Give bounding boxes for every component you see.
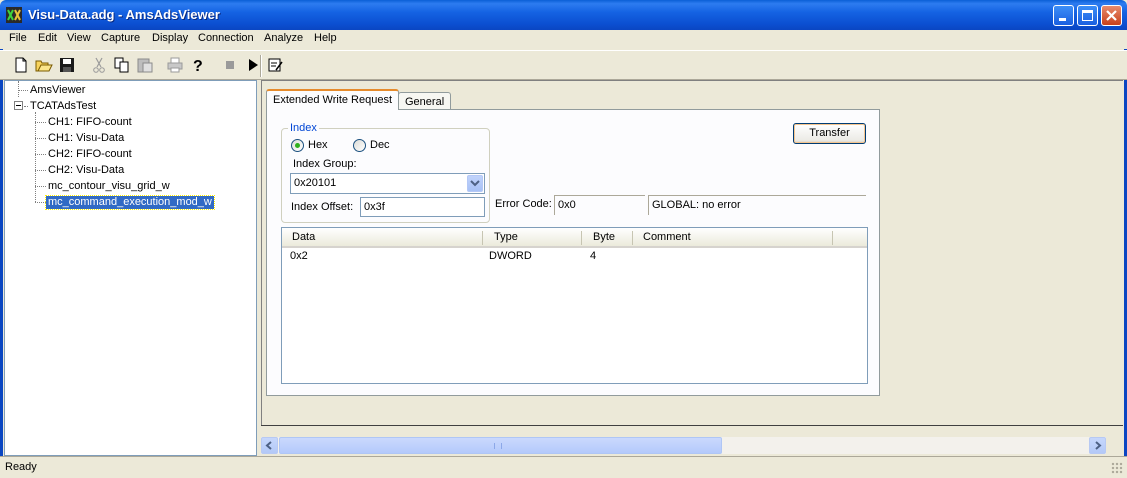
close-button[interactable] [1101,5,1122,26]
tree-view[interactable]: AmsViewer TCATAdsTest CH1: FIFO-count CH… [4,80,257,456]
tree-connector [35,170,46,171]
menu-view[interactable]: View [67,32,91,44]
dec-radio[interactable] [353,139,366,152]
column-divider[interactable] [581,231,582,245]
menu-connection[interactable]: Connection [198,32,254,44]
scroll-right-button[interactable] [1089,437,1106,454]
tree-item-group[interactable]: TCATAdsTest [28,100,98,113]
menu-bar: File Edit View Capture Display Connectio… [0,30,1127,49]
tree-connector [35,138,46,139]
tree-item-mc-command-execution-mod-w[interactable]: mc_command_execution_mod_w [45,195,215,210]
column-header-data[interactable]: Data [292,231,315,243]
menu-edit[interactable]: Edit [38,32,57,44]
tree-item-mc-contour-visu-grid-w[interactable]: mc_contour_visu_grid_w [46,180,172,193]
menu-display[interactable]: Display [152,32,188,44]
data-list[interactable]: Data Type Byte Comment 0x2 DWORD 4 [281,227,868,384]
cell-byte: 4 [590,250,597,262]
chevron-right-icon [1095,441,1102,450]
open-icon[interactable] [35,56,53,74]
copy-icon[interactable] [113,56,131,74]
toolbar: ? [0,50,1127,80]
close-icon [1106,10,1117,21]
tree-item-root[interactable]: AmsViewer [28,84,87,97]
error-code-label: Error Code: [495,198,552,210]
cut-icon[interactable] [90,56,108,74]
minimize-icon [1059,18,1066,21]
dec-label[interactable]: Dec [370,139,390,151]
tree-connector [18,81,19,97]
tree-item-ch1-fifo-count[interactable]: CH1: FIFO-count [46,116,134,129]
index-offset-field[interactable]: 0x3f [360,197,485,217]
toolbar-separator [260,55,262,77]
dropdown-button[interactable] [467,175,483,192]
minimize-button[interactable] [1053,5,1074,26]
tab-extended-write-request[interactable]: Extended Write Request [266,89,400,110]
chevron-left-icon [265,441,272,450]
tree-connector [35,186,46,187]
column-divider[interactable] [482,231,483,245]
column-header-type[interactable]: Type [494,231,518,243]
tree-connector [18,90,28,91]
index-group-select[interactable]: 0x20101 [290,173,485,194]
cell-type: DWORD [489,250,532,262]
tree-item-ch1-visu-data[interactable]: CH1: Visu-Data [46,132,126,145]
error-code-field: 0x0 [554,195,645,215]
scroll-left-button[interactable] [261,437,278,454]
status-bar: Ready [0,456,1127,478]
stop-icon[interactable] [221,56,239,74]
cell-data: 0x2 [290,250,308,262]
horizontal-scrollbar[interactable] [261,437,1106,454]
menu-capture[interactable]: Capture [101,32,140,44]
index-legend: Index [288,122,319,134]
window-border-left [0,30,3,478]
tree-connector [35,154,46,155]
index-group-label: Index Group: [293,158,357,170]
scroll-grip-icon [494,443,502,449]
scrollbar-corner [1106,437,1123,454]
tree-connector [35,122,46,123]
svg-text:?: ? [193,58,203,74]
tree-item-ch2-fifo-count[interactable]: CH2: FIFO-count [46,148,134,161]
menu-analyze[interactable]: Analyze [264,32,303,44]
paste-icon[interactable] [136,56,154,74]
new-icon[interactable] [12,56,30,74]
detail-pane-border [261,425,1123,434]
title-bar[interactable]: Visu-Data.adg - AmsAdsViewer [0,0,1127,30]
tree-item-ch2-visu-data[interactable]: CH2: Visu-Data [46,164,126,177]
resize-grip-icon[interactable] [1111,462,1123,474]
menu-help[interactable]: Help [314,32,337,44]
transfer-button[interactable]: Transfer [793,123,866,144]
menu-file[interactable]: File [9,32,27,44]
window-title: Visu-Data.adg - AmsAdsViewer [28,7,220,22]
hex-radio[interactable] [291,139,304,152]
column-header-comment[interactable]: Comment [643,231,691,243]
status-text: Ready [5,461,37,473]
print-icon[interactable] [166,56,184,74]
tree-connector [35,112,36,202]
list-header: Data Type Byte Comment [282,228,867,248]
chevron-down-icon [470,180,480,187]
tree-connector [35,202,46,203]
collapse-icon[interactable] [14,101,23,110]
column-divider[interactable] [832,231,833,245]
help-icon[interactable]: ? [189,56,207,74]
save-icon[interactable] [58,56,76,74]
error-message-field: GLOBAL: no error [648,195,866,215]
column-divider[interactable] [632,231,633,245]
column-header-byte[interactable]: Byte [593,231,615,243]
index-group-value: 0x20101 [294,177,337,189]
write-request-icon[interactable] [267,56,285,74]
scrollbar-thumb[interactable] [279,437,722,454]
maximize-button[interactable] [1077,5,1098,26]
app-icon [6,7,22,23]
index-offset-label: Index Offset: [291,201,354,213]
maximize-icon [1082,10,1093,21]
hex-label[interactable]: Hex [308,139,328,151]
